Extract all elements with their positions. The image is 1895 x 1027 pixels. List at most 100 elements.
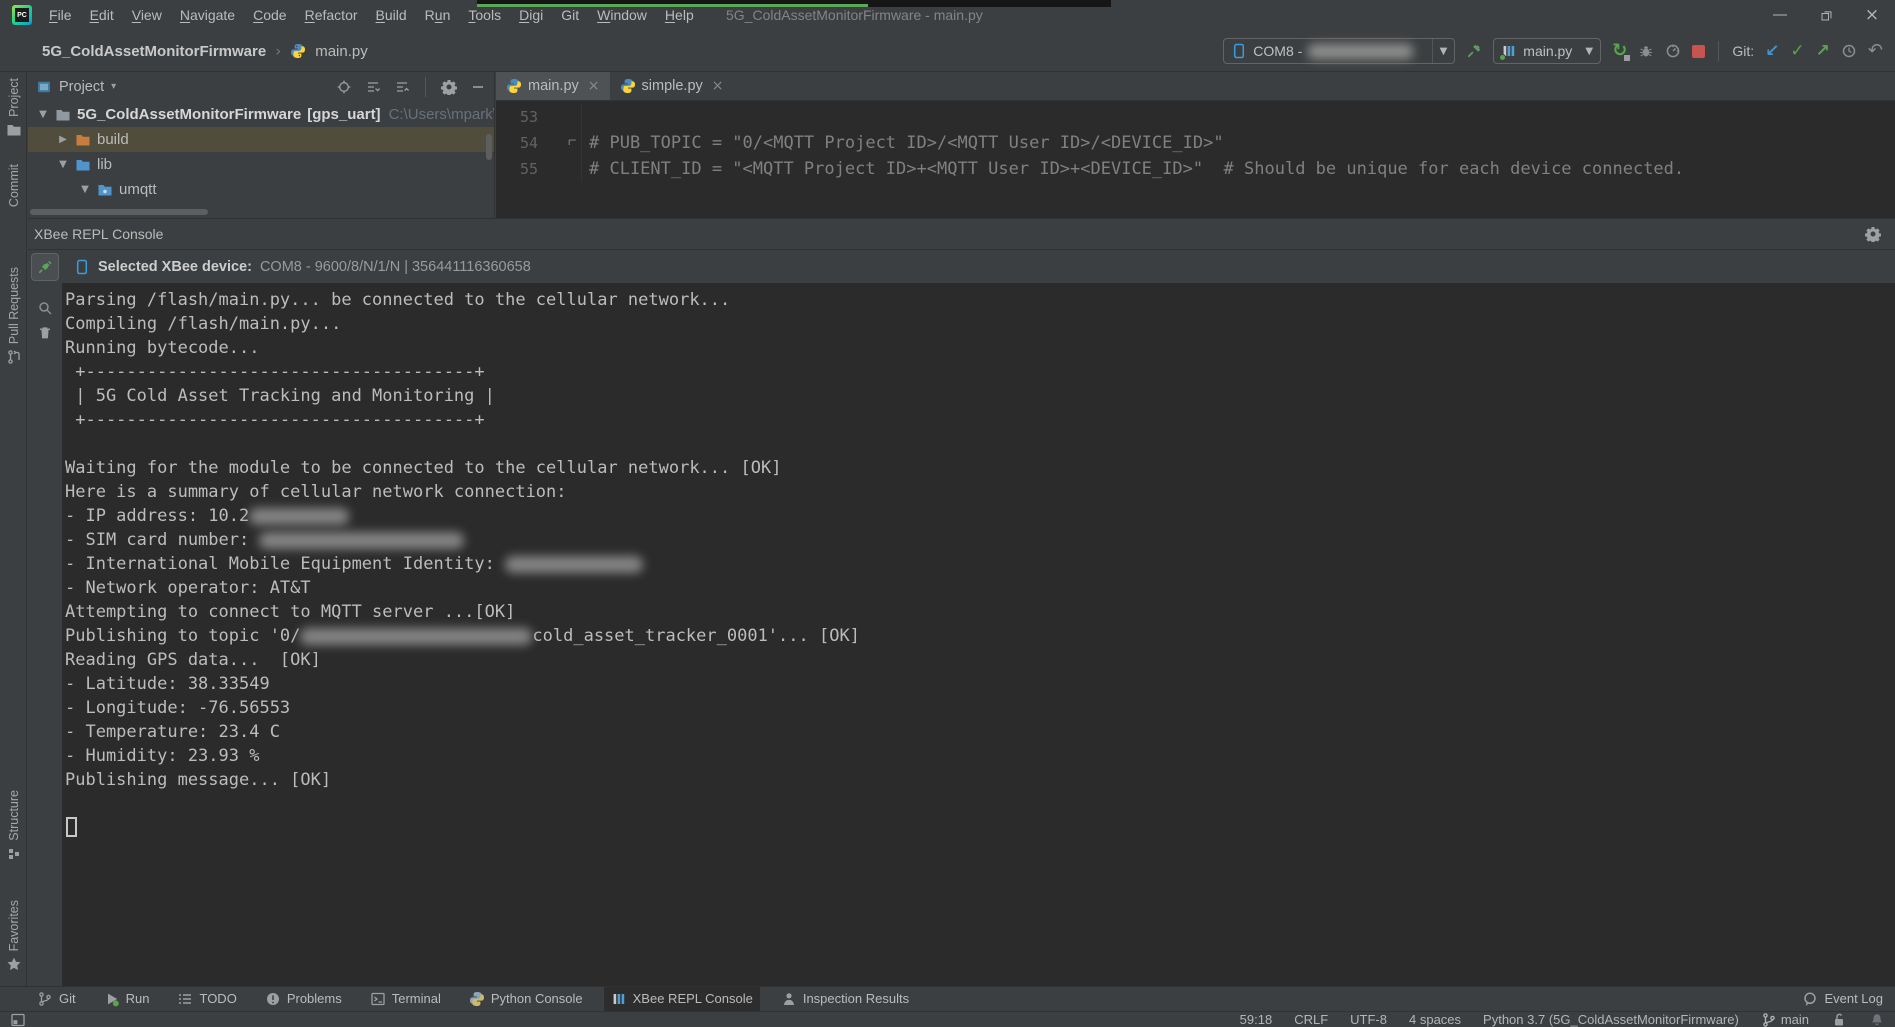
console-line: - Temperature: 23.4 C xyxy=(65,720,1895,744)
menu-item-digi[interactable]: Digi xyxy=(510,7,552,23)
menu-item-navigate[interactable]: Navigate xyxy=(171,7,244,23)
restore-button[interactable] xyxy=(1803,0,1849,30)
breadcrumb-file[interactable]: main.py xyxy=(315,43,368,60)
history-clock-button[interactable] xyxy=(1841,43,1857,59)
tool-window-label: Problems xyxy=(287,991,342,1006)
main-toolbar: 5G_ColdAssetMonitorFirmware › main.py CO… xyxy=(0,30,1895,72)
tab-simple-py[interactable]: simple.py × xyxy=(610,72,734,100)
console-settings-gear-button[interactable] xyxy=(1865,226,1881,242)
menu-item-file[interactable]: File xyxy=(40,7,81,23)
git-update-button[interactable]: ↙ xyxy=(1765,43,1779,60)
breadcrumb: 5G_ColdAssetMonitorFirmware › main.py xyxy=(42,30,368,72)
breadcrumb-separator-icon: › xyxy=(275,42,281,60)
fold-marker-icon[interactable] xyxy=(566,136,579,149)
console-output[interactable]: Parsing /flash/main.py... be connected t… xyxy=(62,283,1895,986)
menu-item-code[interactable]: Code xyxy=(244,7,295,23)
unlocked-icon[interactable] xyxy=(1831,1012,1847,1027)
tool-window-button-problems[interactable]: Problems xyxy=(258,987,349,1011)
sidebar-tab-favorites[interactable]: Favorites xyxy=(0,900,27,972)
rollback-button[interactable]: ↶ xyxy=(1868,42,1883,60)
search-button[interactable] xyxy=(37,300,53,316)
xbee-device-selector[interactable]: COM8 - ▼ xyxy=(1223,38,1455,64)
tab-main-py[interactable]: main.py × xyxy=(496,72,610,100)
chevron-down-icon[interactable]: ▼ xyxy=(1578,39,1600,63)
settings-gear-button[interactable] xyxy=(441,79,457,95)
notifications-bell-icon[interactable] xyxy=(1869,1012,1885,1027)
stop-button[interactable] xyxy=(1692,45,1705,58)
menu-item-edit[interactable]: Edit xyxy=(81,7,123,23)
debug-bug-button[interactable] xyxy=(1638,43,1654,59)
problems-icon xyxy=(265,991,281,1007)
menu-item-tools[interactable]: Tools xyxy=(459,7,510,23)
code-line: 53 xyxy=(496,104,1895,130)
git-push-button[interactable]: ↗ xyxy=(1816,43,1830,60)
locate-file-button[interactable] xyxy=(336,79,352,95)
menu-item-view[interactable]: View xyxy=(123,7,171,23)
horizontal-scrollbar[interactable] xyxy=(30,209,208,215)
chevron-down-icon[interactable]: ▼ xyxy=(77,184,93,195)
tool-window-button-xbee-repl-console[interactable]: XBee REPL Console xyxy=(604,987,760,1011)
status-widgets: 59:18 CRLF UTF-8 4 spaces Python 3.7 (5G… xyxy=(1240,1012,1885,1027)
clear-trash-button[interactable] xyxy=(37,325,53,341)
menu-item-build[interactable]: Build xyxy=(367,7,416,23)
git-commit-button[interactable]: ✓ xyxy=(1790,43,1804,60)
collapse-all-button[interactable] xyxy=(394,79,410,95)
sidebar-tab-project[interactable]: Project xyxy=(0,78,27,138)
project-view-selector[interactable]: Project ▾ xyxy=(36,79,116,95)
close-tab-icon[interactable]: × xyxy=(712,78,724,94)
tree-row-lib[interactable]: ▼ lib xyxy=(28,152,494,177)
tree-row-root[interactable]: ▼ 5G_ColdAssetMonitorFirmware [gps_uart]… xyxy=(28,102,494,127)
minimize-button[interactable]: ― xyxy=(1757,0,1803,30)
event-log-button[interactable]: Event Log xyxy=(1802,991,1883,1007)
chevron-right-icon[interactable]: ▶ xyxy=(55,134,71,145)
toolbar-separator xyxy=(1718,41,1719,61)
profiler-button[interactable] xyxy=(1665,43,1681,59)
python-interpreter[interactable]: Python 3.7 (5G_ColdAssetMonitorFirmware) xyxy=(1483,1012,1739,1027)
expand-all-button[interactable] xyxy=(365,79,381,95)
python-icon xyxy=(469,991,485,1007)
chevron-down-icon[interactable]: ▼ xyxy=(35,109,51,120)
toolbar-actions: COM8 - ▼ main.py ▼ ↻ Git: ↙ ✓ ↗ ↶ xyxy=(1223,30,1883,72)
tool-window-button-terminal[interactable]: Terminal xyxy=(363,987,448,1011)
git-branch-widget[interactable]: main xyxy=(1761,1012,1809,1027)
menu-item-window[interactable]: Window xyxy=(588,7,656,23)
tree-row-umqtt[interactable]: ▼ umqtt xyxy=(28,177,494,202)
caret-position[interactable]: 59:18 xyxy=(1240,1012,1273,1027)
file-encoding[interactable]: UTF-8 xyxy=(1350,1012,1387,1027)
tool-window-button-inspection-results[interactable]: Inspection Results xyxy=(774,987,916,1011)
sidebar-tab-pull-requests[interactable]: Pull Requests xyxy=(0,267,27,365)
tool-window-button-git[interactable]: Git xyxy=(30,987,83,1011)
rerun-button[interactable]: ↻ xyxy=(1612,42,1627,60)
run-configuration-selector[interactable]: main.py ▼ xyxy=(1493,38,1601,64)
sidebar-tab-structure[interactable]: Structure xyxy=(0,790,27,862)
close-button[interactable]: × xyxy=(1849,0,1895,30)
console-line: - SIM card number: xyxy=(65,528,1895,552)
menu-item-git[interactable]: Git xyxy=(552,7,588,23)
disconnect-plug-button[interactable] xyxy=(31,253,59,281)
line-separator[interactable]: CRLF xyxy=(1294,1012,1328,1027)
tree-row-build[interactable]: ▶ build xyxy=(28,127,494,152)
menu-item-help[interactable]: Help xyxy=(656,7,703,23)
console-line: Here is a summary of cellular network co… xyxy=(65,480,1895,504)
console-line: - Longitude: -76.56553 xyxy=(65,696,1895,720)
console-line: - Humidity: 23.93 % xyxy=(65,744,1895,768)
menu-item-run[interactable]: Run xyxy=(416,7,460,23)
chevron-down-icon[interactable]: ▼ xyxy=(1432,39,1455,63)
sidebar-tab-commit[interactable]: Commit xyxy=(0,164,27,207)
chevron-down-icon[interactable]: ▼ xyxy=(55,159,71,170)
indent-style[interactable]: 4 spaces xyxy=(1409,1012,1461,1027)
hide-panel-button[interactable] xyxy=(470,79,486,95)
code-area[interactable]: 53 54 # PUB_TOPIC = "0/<MQTT Project ID>… xyxy=(496,101,1895,182)
chevron-down-icon: ▾ xyxy=(111,82,116,92)
console-line: Attempting to connect to MQTT server ...… xyxy=(65,600,1895,624)
close-tab-icon[interactable]: × xyxy=(588,78,600,94)
tool-window-toggle-icon[interactable] xyxy=(10,1012,26,1027)
vertical-scrollbar[interactable] xyxy=(486,134,492,160)
tool-window-button-todo[interactable]: TODO xyxy=(170,987,243,1011)
event-log-icon xyxy=(1802,991,1818,1007)
tool-window-button-run[interactable]: Run xyxy=(97,987,157,1011)
breadcrumb-project[interactable]: 5G_ColdAssetMonitorFirmware xyxy=(42,43,266,60)
tool-window-button-python-console[interactable]: Python Console xyxy=(462,987,590,1011)
menu-item-refactor[interactable]: Refactor xyxy=(296,7,367,23)
build-hammer-button[interactable] xyxy=(1466,43,1482,59)
